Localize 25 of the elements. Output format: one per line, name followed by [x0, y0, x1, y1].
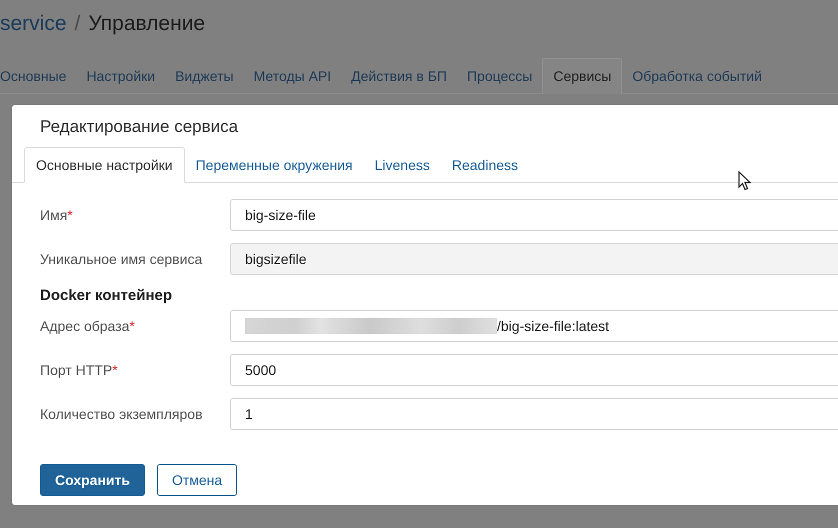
breadcrumb-separator: / — [74, 12, 80, 36]
input-field[interactable]: bigsizefile — [230, 243, 838, 275]
required-mark: * — [67, 207, 73, 223]
dialog-tab[interactable]: Основные настройки — [24, 147, 185, 183]
dialog-tab[interactable]: Переменные окружения — [184, 148, 364, 182]
field-label: Порт HTTP — [40, 362, 112, 378]
required-mark: * — [112, 362, 118, 378]
input-field[interactable]: /big-size-file:latest — [230, 310, 838, 342]
dialog-tab[interactable]: Liveness — [364, 148, 441, 182]
field-label: Уникальное имя сервиса — [40, 251, 202, 267]
page-tab[interactable]: Сервисы — [542, 58, 622, 94]
field-label: Количество экземпляров — [40, 406, 203, 422]
page-title: Управление — [88, 12, 206, 36]
dialog-title: Редактирование сервиса — [39, 116, 240, 138]
input-field[interactable]: big-size-file — [230, 199, 838, 231]
field-label: Имя — [40, 207, 68, 223]
section-heading: Docker контейнер — [40, 287, 174, 304]
mouse-pointer-icon — [738, 171, 752, 191]
dialog-tab[interactable]: Readiness — [440, 148, 530, 182]
input-field[interactable]: 5000 — [230, 354, 838, 386]
required-mark: * — [129, 318, 135, 334]
field-label: Адрес образа — [40, 318, 130, 334]
input-field[interactable]: 1 — [230, 398, 838, 430]
cancel-button[interactable]: Отмена — [156, 464, 238, 496]
save-button[interactable]: Сохранить — [40, 464, 145, 496]
